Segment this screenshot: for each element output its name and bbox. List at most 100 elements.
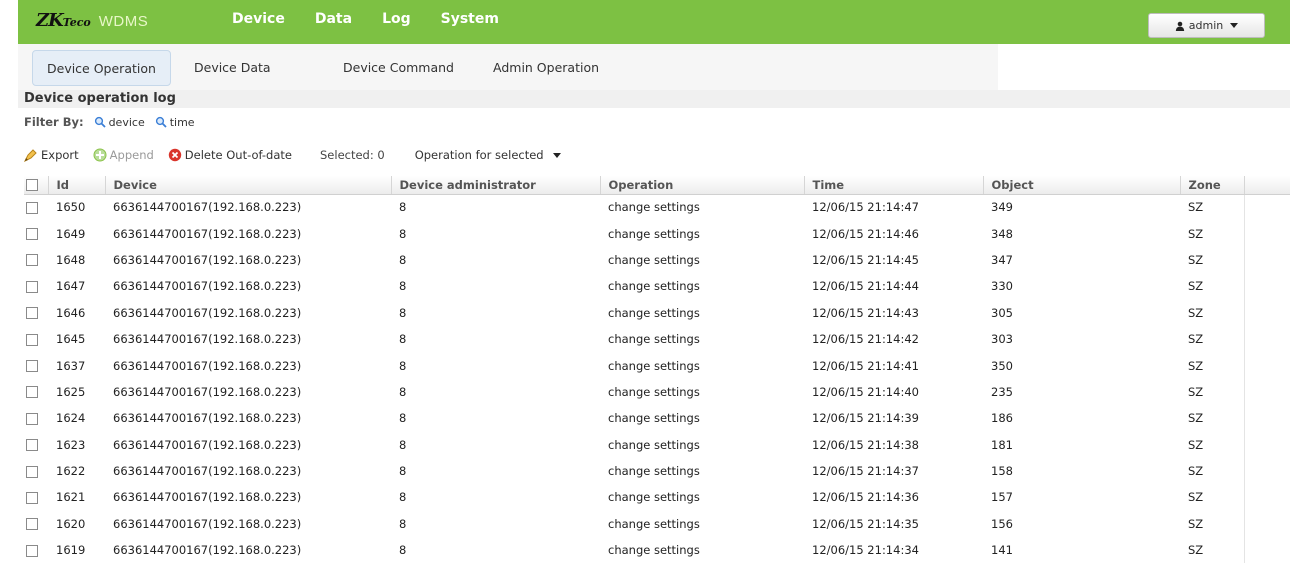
cell-time: 12/06/15 21:14:43 xyxy=(812,305,919,320)
append-icon xyxy=(93,148,107,162)
cell-operation: change settings xyxy=(608,358,700,373)
table-row[interactable]: 1622 6636144700167(192.168.0.223) 8 change … xyxy=(24,457,1290,485)
column-header-id[interactable]: Id xyxy=(48,176,106,195)
cell-operation: change settings xyxy=(608,332,700,347)
top-bar: ZK Teco WDMS Device Data Log System admi… xyxy=(0,0,1290,44)
nav-system[interactable]: System xyxy=(441,11,499,27)
column-header-operation[interactable]: Operation xyxy=(600,176,805,195)
cell-zone: SZ xyxy=(1188,226,1204,241)
cell-device-administrator: 8 xyxy=(399,252,407,267)
table-row[interactable]: 1624 6636144700167(192.168.0.223) 8 change … xyxy=(24,405,1290,432)
cell-zone: SZ xyxy=(1188,358,1204,373)
cell-zone: SZ xyxy=(1188,305,1204,320)
cell-operation: change settings xyxy=(608,384,700,399)
append-button[interactable]: Append xyxy=(93,148,154,162)
cell-extra xyxy=(1243,273,1290,300)
filter-device[interactable]: device xyxy=(94,116,145,129)
operation-for-selected-dropdown[interactable]: Operation for selected xyxy=(415,148,561,162)
filter-time[interactable]: time xyxy=(155,116,195,129)
nav-device[interactable]: Device xyxy=(232,11,285,27)
top-bar-background xyxy=(18,0,1290,44)
column-header-zone[interactable]: Zone xyxy=(1180,176,1245,195)
operation-log-table: Id Device Device administrator Operation… xyxy=(24,176,1290,563)
cell-device: 6636144700167(192.168.0.223) xyxy=(113,226,302,241)
table-row[interactable]: 1648 6636144700167(192.168.0.223) 8 change … xyxy=(24,246,1290,274)
table-row[interactable]: 1647 6636144700167(192.168.0.223) 8 change … xyxy=(24,273,1290,300)
column-header-time[interactable]: Time xyxy=(804,176,984,195)
table-row[interactable]: 1645 6636144700167(192.168.0.223) 8 change … xyxy=(24,325,1290,353)
row-checkbox[interactable] xyxy=(26,228,38,241)
table-row[interactable]: 1637 6636144700167(192.168.0.223) 8 change … xyxy=(24,352,1290,379)
cell-zone: SZ xyxy=(1188,200,1204,215)
table-row[interactable]: 1646 6636144700167(192.168.0.223) 8 change … xyxy=(24,299,1290,326)
cell-operation: change settings xyxy=(608,516,700,531)
table-row[interactable]: 1649 6636144700167(192.168.0.223) 8 change … xyxy=(24,220,1290,247)
select-all-checkbox[interactable] xyxy=(26,179,38,192)
main-nav: Device Data Log System xyxy=(232,11,529,27)
row-checkbox[interactable] xyxy=(26,465,38,478)
tab-admin-operation[interactable]: Admin Operation xyxy=(493,50,599,86)
row-checkbox[interactable] xyxy=(26,307,38,320)
page-title: Device operation log xyxy=(24,91,176,106)
row-checkbox[interactable] xyxy=(26,491,38,504)
table-row[interactable]: 1625 6636144700167(192.168.0.223) 8 change … xyxy=(24,378,1290,406)
tab-device-data[interactable]: Device Data xyxy=(194,50,271,86)
row-checkbox[interactable] xyxy=(26,518,38,531)
column-header-device-administrator[interactable]: Device administrator xyxy=(391,176,601,195)
row-checkbox[interactable] xyxy=(26,386,38,399)
logo-main: ZK xyxy=(36,10,64,31)
user-name: admin xyxy=(1188,19,1224,32)
row-select-cell xyxy=(24,220,48,246)
table-row[interactable]: 1620 6636144700167(192.168.0.223) 8 change … xyxy=(24,510,1290,538)
cell-device: 6636144700167(192.168.0.223) xyxy=(113,279,302,294)
cell-extra xyxy=(1243,378,1290,406)
user-menu-button[interactable]: admin xyxy=(1148,13,1265,38)
cell-zone: SZ xyxy=(1188,490,1204,505)
filter-time-label: time xyxy=(169,115,195,129)
cell-id: 1650 xyxy=(56,200,86,215)
cell-id: 1624 xyxy=(56,411,86,426)
brand-logo[interactable]: ZK Teco WDMS xyxy=(36,10,148,34)
tab-device-command[interactable]: Device Command xyxy=(343,50,454,86)
nav-data[interactable]: Data xyxy=(315,11,352,27)
export-icon xyxy=(24,149,37,162)
cell-object: 181 xyxy=(991,437,1013,452)
cell-device-administrator: 8 xyxy=(399,332,407,347)
cell-extra xyxy=(1243,325,1290,353)
tab-device-operation[interactable]: Device Operation xyxy=(32,50,171,86)
delete-out-of-date-button[interactable]: Delete Out-of-date xyxy=(168,148,292,162)
cell-extra xyxy=(1243,431,1290,458)
cell-extra xyxy=(1243,537,1290,563)
cell-device: 6636144700167(192.168.0.223) xyxy=(113,543,302,558)
table-row[interactable]: 1619 6636144700167(192.168.0.223) 8 change … xyxy=(24,537,1290,563)
row-checkbox[interactable] xyxy=(26,544,38,557)
table-row[interactable]: 1623 6636144700167(192.168.0.223) 8 change … xyxy=(24,431,1290,458)
row-checkbox[interactable] xyxy=(26,360,38,373)
cell-operation: change settings xyxy=(608,543,700,558)
column-header-object[interactable]: Object xyxy=(983,176,1181,195)
table-row[interactable]: 1621 6636144700167(192.168.0.223) 8 change … xyxy=(24,484,1290,511)
filter-device-label: device xyxy=(108,115,145,129)
cell-device-administrator: 8 xyxy=(399,358,407,373)
row-checkbox[interactable] xyxy=(26,333,38,346)
cell-object: 305 xyxy=(991,305,1013,320)
row-checkbox[interactable] xyxy=(26,201,38,214)
cell-id: 1623 xyxy=(56,437,86,452)
row-checkbox[interactable] xyxy=(26,439,38,452)
table-row[interactable]: 1650 6636144700167(192.168.0.223) 8 change … xyxy=(24,194,1290,221)
cell-extra xyxy=(1243,352,1290,379)
cell-object: 186 xyxy=(991,411,1013,426)
column-header-device[interactable]: Device xyxy=(105,176,392,195)
cell-time: 12/06/15 21:14:39 xyxy=(812,411,919,426)
cell-time: 12/06/15 21:14:38 xyxy=(812,437,919,452)
nav-log[interactable]: Log xyxy=(382,11,411,27)
row-checkbox[interactable] xyxy=(26,280,38,293)
row-checkbox[interactable] xyxy=(26,254,38,267)
export-button[interactable]: Export xyxy=(24,148,79,162)
cell-time: 12/06/15 21:14:47 xyxy=(812,200,919,215)
cell-extra xyxy=(1243,457,1290,485)
row-checkbox[interactable] xyxy=(26,412,38,425)
row-select-cell xyxy=(24,511,48,537)
cell-object: 156 xyxy=(991,516,1013,531)
row-select-cell xyxy=(24,352,48,378)
